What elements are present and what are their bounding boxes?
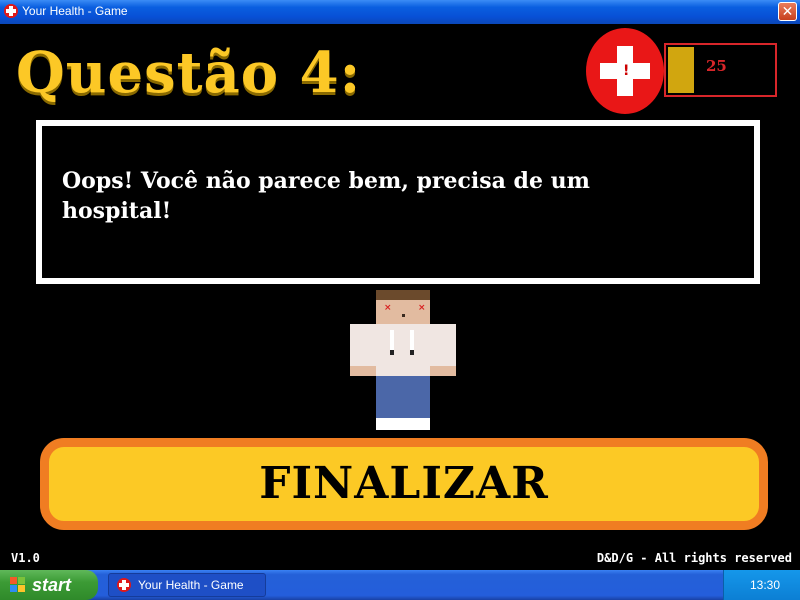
- app-icon: [4, 4, 18, 18]
- taskbar: start Your Health - Game 13:30: [0, 570, 800, 600]
- message-dialog: Oops! Você não parece bem, precisa de um…: [36, 120, 760, 284]
- copyright-label: D&D/G - All rights reserved: [596, 551, 792, 565]
- health-bar: 25: [664, 43, 777, 97]
- close-button[interactable]: ✕: [778, 2, 797, 21]
- player-character: × ×: [350, 290, 456, 430]
- window-title: Your Health - Game: [22, 4, 128, 18]
- health-cross-icon: !: [586, 28, 664, 114]
- system-tray: 13:30: [723, 570, 800, 600]
- window-titlebar[interactable]: Your Health - Game ✕: [0, 0, 800, 24]
- question-title: Questão 4:: [16, 40, 362, 106]
- app-icon: [117, 578, 131, 592]
- start-label: start: [32, 575, 72, 595]
- version-label: V1.0: [11, 551, 40, 565]
- game-canvas: Questão 4: ! 25 Oops! Você não parece be…: [0, 24, 800, 570]
- windows-flag-icon: [10, 577, 26, 593]
- start-button[interactable]: start: [0, 570, 98, 600]
- health-value: 25: [706, 57, 727, 75]
- health-bar-fill: [668, 47, 695, 93]
- message-text: Oops! Você não parece bem, precisa de um…: [62, 168, 590, 224]
- taskbar-item-your-health[interactable]: Your Health - Game: [108, 573, 266, 597]
- clock[interactable]: 13:30: [750, 578, 780, 592]
- finish-button[interactable]: FINALIZAR: [40, 438, 768, 530]
- taskbar-item-label: Your Health - Game: [138, 578, 244, 592]
